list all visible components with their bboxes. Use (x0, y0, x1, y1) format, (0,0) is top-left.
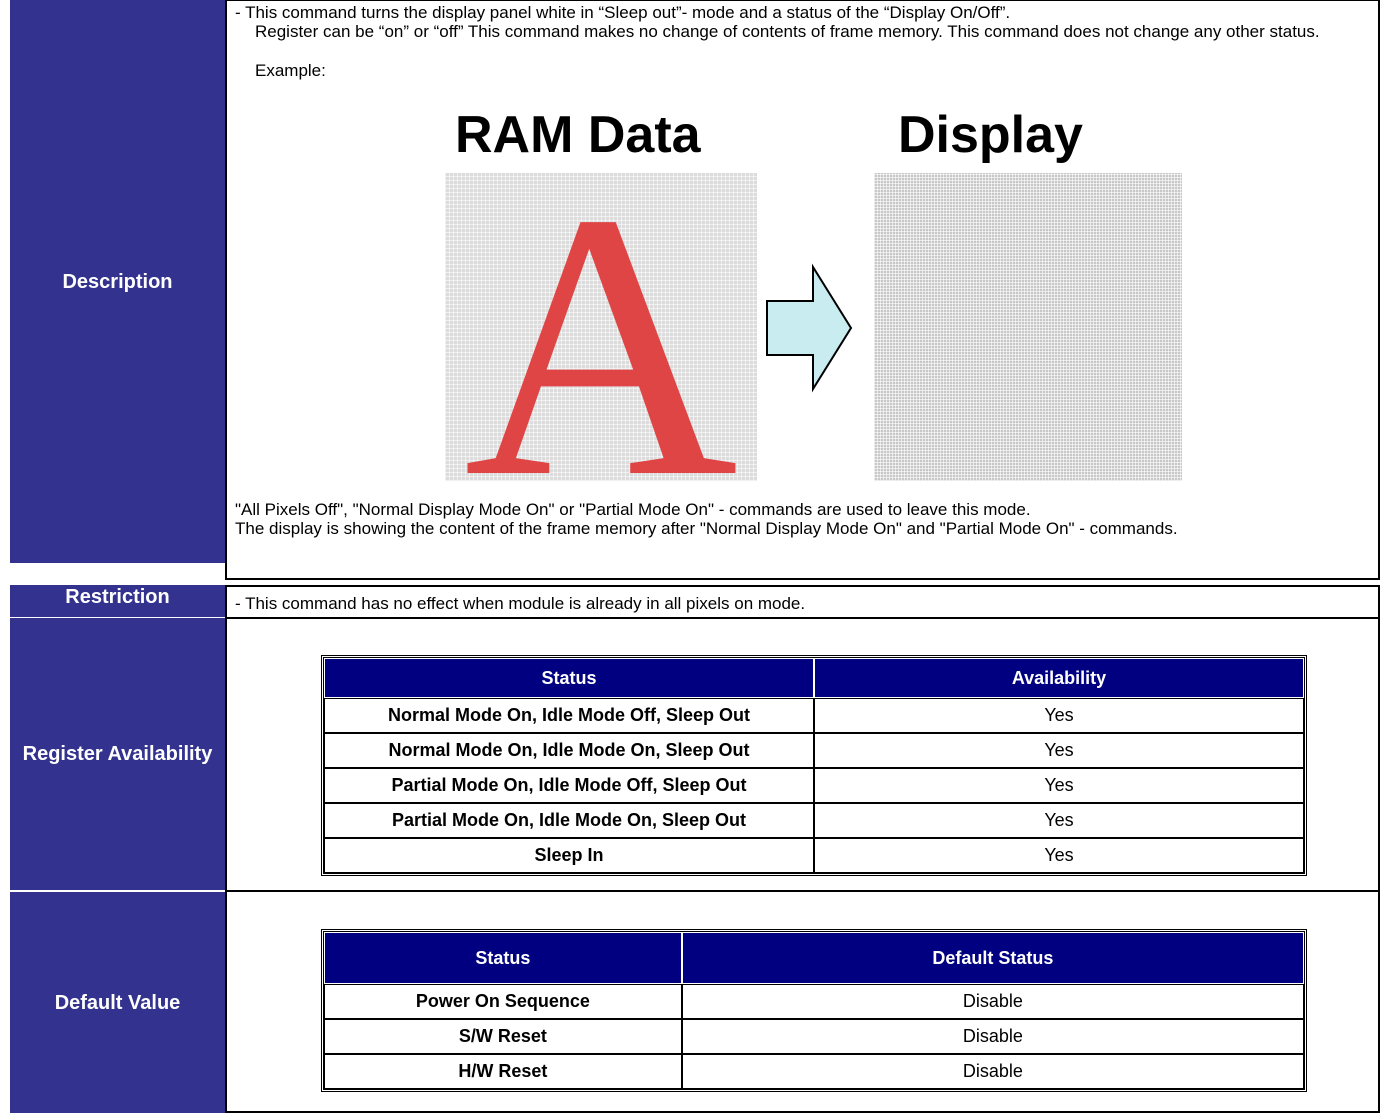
default-value-cell: Status Default Status Power On Sequence … (225, 892, 1380, 1113)
availability-cell: Yes (814, 698, 1304, 733)
column-header-status: Status (324, 932, 682, 984)
table-header-row: Status Default Status (324, 932, 1304, 984)
description-line-4: The display is showing the content of th… (235, 519, 1178, 538)
status-cell: Power On Sequence (324, 984, 682, 1019)
status-cell: Partial Mode On, Idle Mode On, Sleep Out (324, 803, 814, 838)
right-arrow-icon (766, 263, 853, 393)
column-header-default-status: Default Status (681, 932, 1304, 984)
availability-cell: Yes (814, 733, 1304, 768)
ram-data-image: A (445, 135, 757, 556)
table-row: Normal Mode On, Idle Mode Off, Sleep Out… (324, 698, 1304, 733)
default-value-table: Status Default Status Power On Sequence … (321, 929, 1307, 1092)
restriction-label: Restriction (10, 585, 225, 617)
register-availability-table: Status Availability Normal Mode On, Idle… (321, 655, 1307, 876)
status-cell: S/W Reset (324, 1019, 682, 1054)
default-status-cell: Disable (681, 1019, 1304, 1054)
display-white-image (874, 173, 1182, 481)
letter-a-glyph: A (464, 135, 738, 556)
restriction-text: - This command has no effect when module… (235, 594, 806, 613)
table-row: Partial Mode On, Idle Mode Off, Sleep Ou… (324, 768, 1304, 803)
description-example-label: Example: (255, 61, 326, 80)
description-label: Description (10, 0, 225, 565)
default-status-cell: Disable (681, 1054, 1304, 1089)
table-row: Power On Sequence Disable (324, 984, 1304, 1019)
restriction-cell: - This command has no effect when module… (225, 585, 1380, 620)
table-row: S/W Reset Disable (324, 1019, 1304, 1054)
register-availability-label: Register Availability (10, 618, 225, 890)
status-cell: Sleep In (324, 838, 814, 873)
table-header-row: Status Availability (324, 658, 1304, 698)
table-row: Partial Mode On, Idle Mode On, Sleep Out… (324, 803, 1304, 838)
figure-ram-data-title: RAM Data (455, 106, 701, 164)
status-cell: Normal Mode On, Idle Mode Off, Sleep Out (324, 698, 814, 733)
register-availability-cell: Status Availability Normal Mode On, Idle… (225, 619, 1380, 893)
table-row: Sleep In Yes (324, 838, 1304, 873)
description-line-3: "All Pixels Off", "Normal Display Mode O… (235, 500, 1031, 519)
command-spec-page: Description Restriction Register Availab… (10, 0, 1380, 1113)
default-value-label: Default Value (10, 892, 225, 1113)
status-cell: Partial Mode On, Idle Mode Off, Sleep Ou… (324, 768, 814, 803)
description-line-1: - This command turns the display panel w… (235, 3, 1011, 22)
description-line-2: Register can be “on” or “off” This comma… (255, 22, 1320, 41)
availability-cell: Yes (814, 803, 1304, 838)
status-cell: H/W Reset (324, 1054, 682, 1089)
column-header-status: Status (324, 658, 814, 698)
table-row: H/W Reset Disable (324, 1054, 1304, 1089)
availability-cell: Yes (814, 768, 1304, 803)
description-cell: - This command turns the display panel w… (225, 0, 1380, 580)
default-status-cell: Disable (681, 984, 1304, 1019)
figure-display-title: Display (898, 106, 1083, 164)
table-row: Normal Mode On, Idle Mode On, Sleep Out … (324, 733, 1304, 768)
status-cell: Normal Mode On, Idle Mode On, Sleep Out (324, 733, 814, 768)
availability-cell: Yes (814, 838, 1304, 873)
column-header-availability: Availability (814, 658, 1304, 698)
svg-text:A: A (464, 173, 738, 481)
